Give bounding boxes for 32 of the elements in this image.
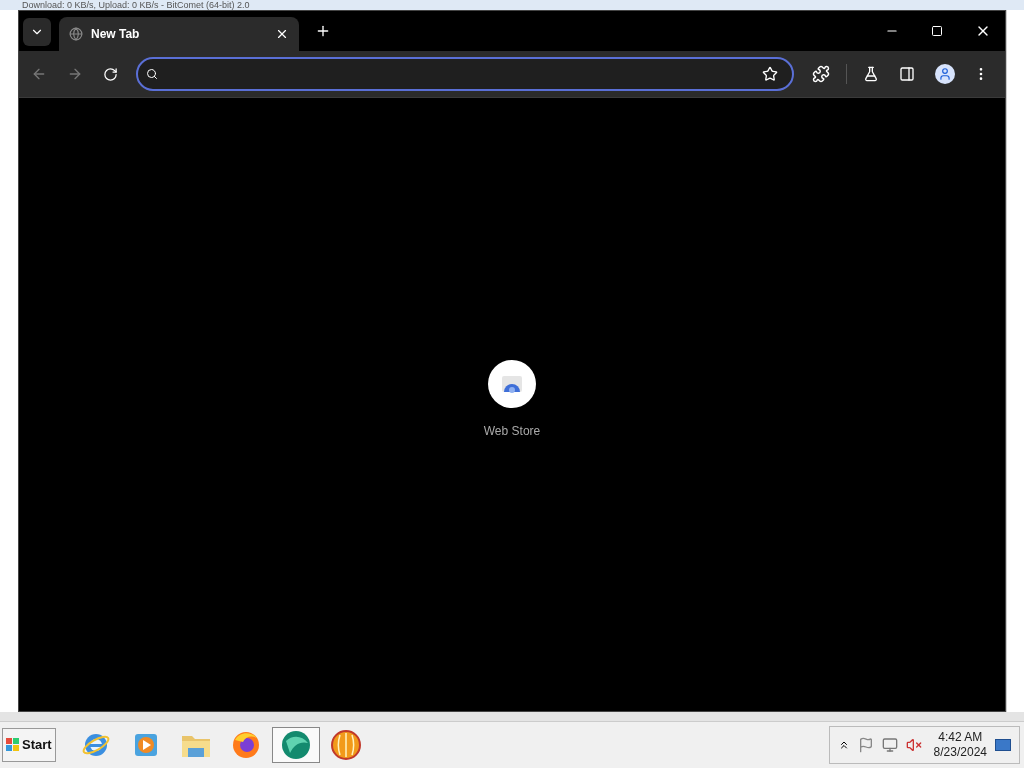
speaker-muted-icon[interactable] (905, 737, 922, 753)
window-title: Download: 0 KB/s, Upload: 0 KB/s - BitComet (64-bit) 2.0 (22, 0, 250, 10)
tab-list-button[interactable] (23, 18, 51, 46)
browser-tab[interactable]: New Tab (59, 17, 299, 51)
address-field[interactable] (136, 57, 794, 91)
sphere-icon (279, 729, 312, 761)
taskbar-app-button[interactable] (271, 727, 320, 763)
start-button[interactable]: Start (2, 728, 56, 762)
new-tab-icon[interactable] (315, 23, 331, 39)
close-icon[interactable] (275, 27, 289, 41)
back-icon[interactable] (31, 66, 47, 82)
striped-ball-icon (329, 729, 362, 761)
clock-date: 8/23/2024 (933, 745, 987, 760)
globe-icon (69, 27, 83, 41)
profile-icon[interactable] (935, 64, 955, 84)
search-icon (146, 68, 158, 80)
forward-icon[interactable] (67, 66, 83, 82)
clock-time: 4:42 AM (938, 730, 983, 745)
flask-icon[interactable] (863, 66, 879, 82)
tab-title: New Tab (91, 26, 141, 43)
fox-globe-icon (230, 730, 261, 760)
store-icon (488, 360, 536, 408)
reload-icon[interactable] (103, 66, 118, 82)
maximize-icon[interactable] (931, 25, 943, 37)
side-panel-icon[interactable] (899, 66, 915, 82)
flag-icon[interactable] (857, 737, 874, 753)
network-icon[interactable] (881, 737, 898, 753)
windows-logo-icon (6, 738, 20, 752)
puzzle-icon[interactable] (812, 65, 830, 83)
shortcut-label: Web Store (483, 423, 541, 440)
star-icon[interactable] (762, 66, 778, 82)
shortcut-tile[interactable]: Web Store (483, 360, 541, 440)
